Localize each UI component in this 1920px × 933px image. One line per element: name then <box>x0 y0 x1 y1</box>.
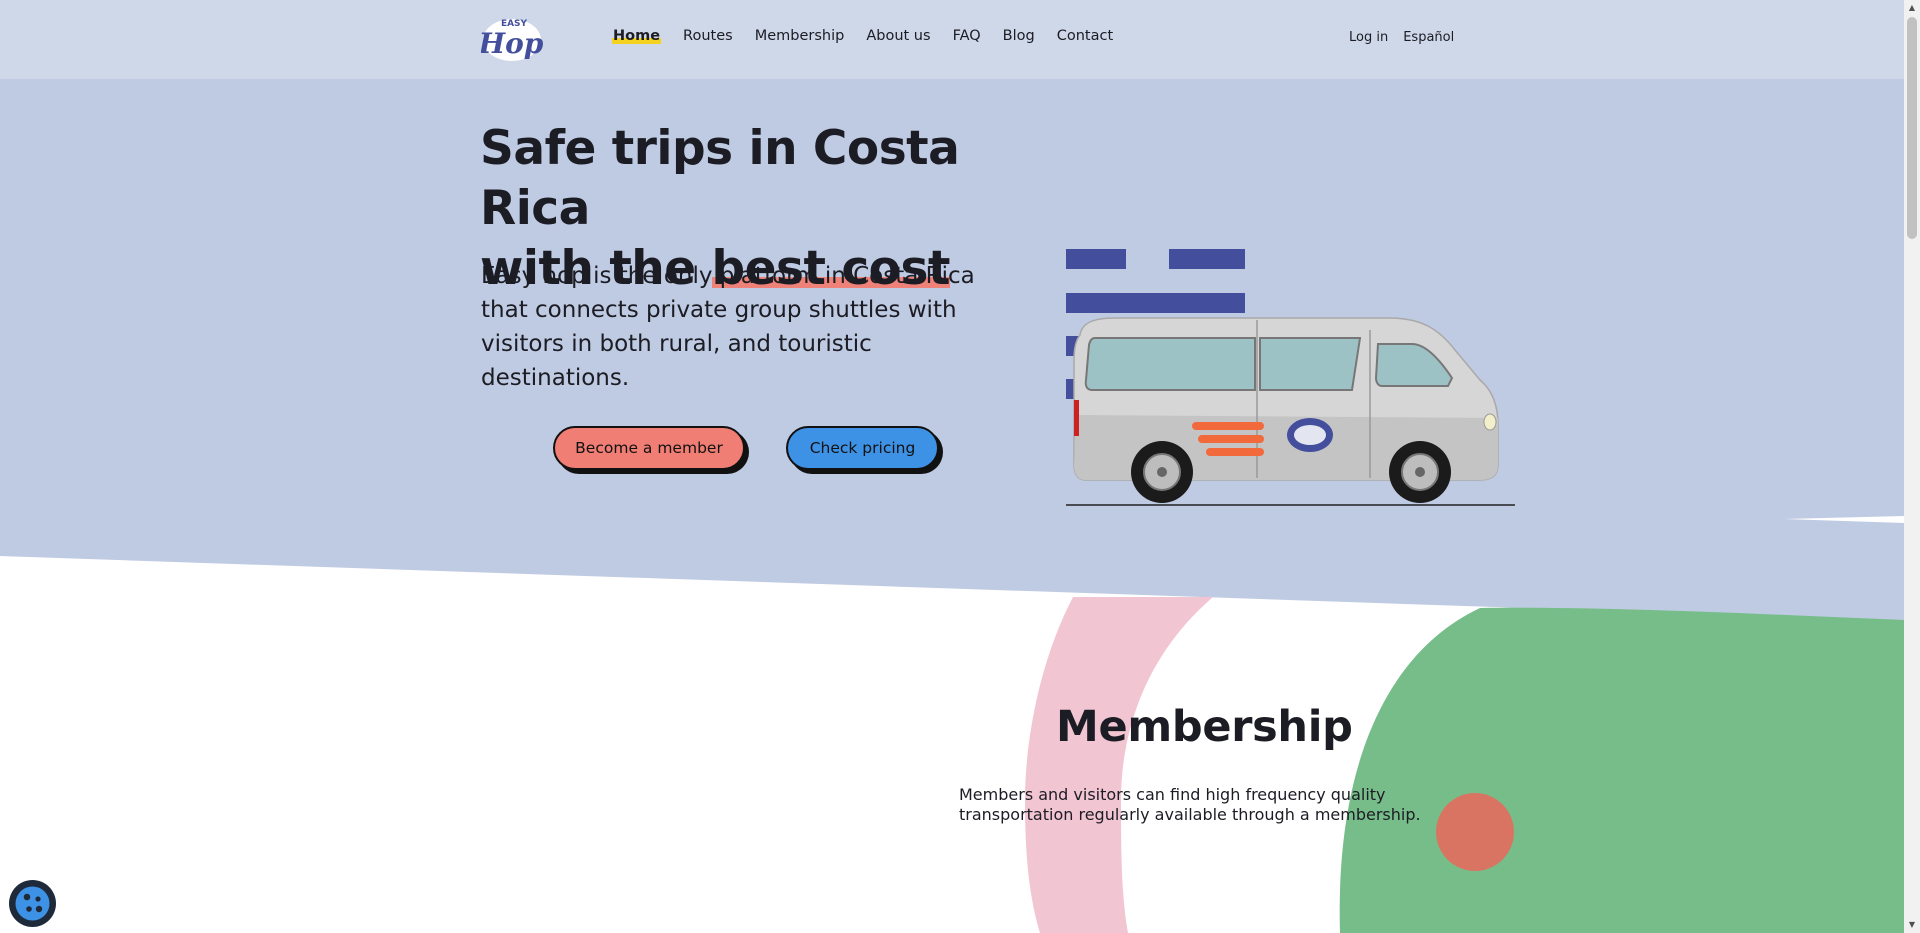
membership-description: Members and visitors can find high frequ… <box>959 785 1421 824</box>
scroll-thumb[interactable] <box>1907 17 1917 239</box>
scroll-up-arrow-icon[interactable]: ▲ <box>1904 0 1920 16</box>
logo-text-main: Hop <box>481 27 543 60</box>
van-illustration <box>1066 249 1515 506</box>
nav-about-us[interactable]: About us <box>866 28 930 44</box>
check-pricing-button[interactable]: Check pricing <box>786 426 939 470</box>
van-wheel-rear <box>1131 441 1193 503</box>
van-wheel-front <box>1389 441 1451 503</box>
cookie-settings-icon[interactable] <box>9 880 56 927</box>
nav-home[interactable]: Home <box>612 28 662 44</box>
nav-contact[interactable]: Contact <box>1057 28 1113 44</box>
hero-description: Easy hop is the only platform in Costa R… <box>481 263 975 391</box>
scroll-down-arrow-icon[interactable]: ▼ <box>1904 917 1920 933</box>
hero-title-line1: Safe trips in Costa Rica <box>480 121 960 236</box>
nav-routes[interactable]: Routes <box>683 28 733 44</box>
page: EASY Hop Home Routes Membership About us… <box>0 0 1920 933</box>
language-switch[interactable]: Español <box>1403 30 1454 45</box>
membership-title: Membership <box>1056 702 1353 752</box>
nav-membership[interactable]: Membership <box>755 28 845 44</box>
main-nav: Home Routes Membership About us FAQ Blog… <box>612 28 1113 44</box>
become-member-button[interactable]: Become a member <box>553 426 745 470</box>
nav-blog[interactable]: Blog <box>1003 28 1035 44</box>
nav-faq[interactable]: FAQ <box>953 28 981 44</box>
van-body <box>1073 317 1499 503</box>
green-blob <box>1339 607 1904 933</box>
site-header: EASY Hop Home Routes Membership About us… <box>0 0 1904 79</box>
easy-hop-logo[interactable]: EASY Hop <box>481 13 543 63</box>
coral-dot <box>1436 793 1514 871</box>
header-actions: Log in Español <box>1349 30 1454 45</box>
pink-arc <box>1025 597 1213 933</box>
page-scrollbar[interactable]: ▲ ▼ <box>1904 0 1920 933</box>
login-link[interactable]: Log in <box>1349 30 1388 45</box>
